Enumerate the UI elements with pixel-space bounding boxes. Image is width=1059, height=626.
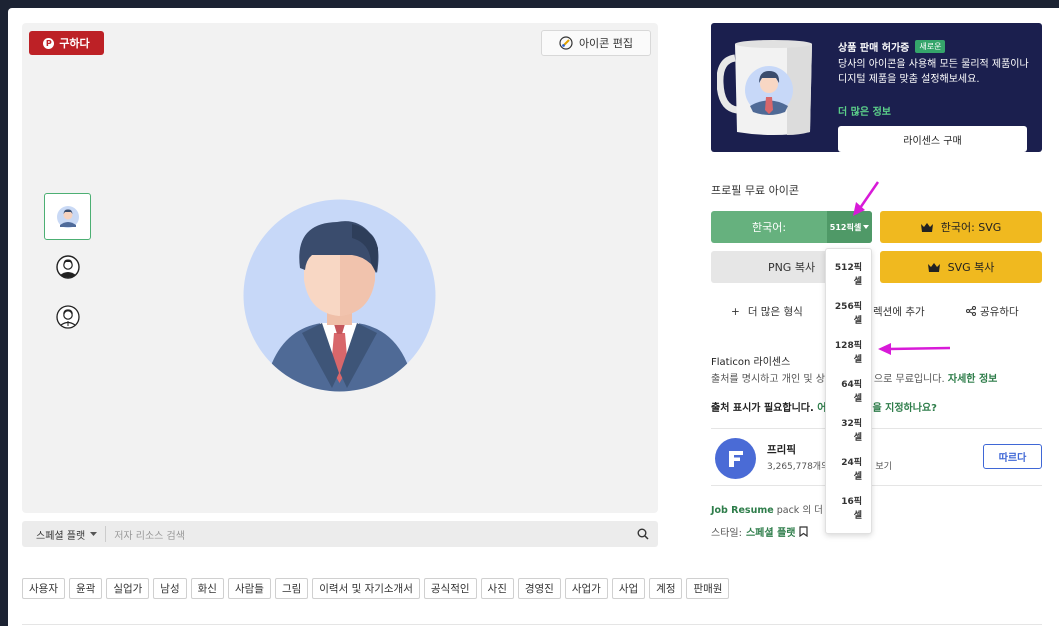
download-png-button[interactable]: 한국어: 512픽셀 [711,211,872,243]
author-card: 프리픽 3,265,778개의 보기 따르다 [711,436,1042,482]
share-icon [966,306,976,316]
share-label: 공유하다 [980,306,1019,318]
pack-info: Job Resume pack 의 더 도 [711,502,835,516]
size-option-128[interactable]: 128픽 셀 [832,339,862,367]
businessman-outline-icon [55,304,80,329]
license-info: Flaticon 라이센스 출처를 명시하고 개인 및 상 으로 무료입니다. 자… [711,353,1042,385]
freepik-logo[interactable] [715,438,756,479]
tag-item[interactable]: 이력서 및 자기소개서 [312,578,420,599]
size-option-32[interactable]: 32픽 셀 [832,417,862,445]
tag-item[interactable]: 윤곽 [68,578,103,599]
size-option-24[interactable]: 24픽 셀 [832,456,862,484]
edit-icon-label: 아이콘 편집 [578,37,634,50]
mug-image [717,40,812,135]
tag-item[interactable]: 계정 [649,578,683,599]
license-desc-end: 으로 무료입니다. [873,374,945,385]
tag-item[interactable]: 남성 [153,578,187,599]
icon-preview-panel: P 구하다 아이콘 편집 [22,23,658,513]
chevron-down-icon [863,225,870,229]
more-formats-link[interactable]: + 더 많은 형식 [731,304,803,319]
crown-icon [920,222,933,232]
copy-svg-button[interactable]: SVG 복사 [880,251,1042,283]
style-label: 스타일: [711,528,742,539]
author-search-bar: 스페셜 플랫 저자 리소스 검색 [22,521,658,547]
search-button[interactable] [628,528,658,540]
tag-item[interactable]: 실업가 [106,578,150,599]
size-option-16[interactable]: 16픽 셀 [832,495,862,523]
author-name[interactable]: 프리픽 [767,442,796,457]
merch-license-banner: 상품 판매 허가증 새로운 당사의 아이콘을 사용해 모든 물리적 제품이나 디… [711,23,1042,152]
style-info: 스타일: 스페셜 플랫 [711,524,809,539]
size-option-64[interactable]: 64픽 셀 [832,378,862,406]
copy-svg-label: SVG 복사 [947,261,995,274]
pinterest-save-button[interactable]: P 구하다 [29,31,104,55]
pinterest-save-label: 구하다 [59,37,90,50]
size-option-256[interactable]: 256픽 셀 [832,300,862,328]
more-formats-label: 더 많은 형식 [747,306,803,318]
freepik-f-icon [728,450,743,467]
divider [22,624,1042,625]
tag-item[interactable]: 그림 [274,578,309,599]
tag-item[interactable]: 공식적인 [423,578,477,599]
variant-color[interactable] [44,193,91,240]
promo-title-text: 상품 판매 허가증 [838,43,910,54]
style-select-label: 스페셜 플랫 [36,530,86,542]
icon-detail-modal: P 구하다 아이콘 편집 스페셜 플랫 저자 리소스 검색 사용자 윤곽 실업가… [8,8,1059,626]
tag-item[interactable]: 사람들 [227,578,271,599]
author-search-input[interactable]: 저자 리소스 검색 [106,527,628,542]
brush-icon [559,36,573,50]
share-link[interactable]: 공유하다 [966,304,1019,319]
attribution-question: 출처 표시가 필요합니다. 어을 지정하나요? [711,399,937,414]
tag-item[interactable]: 사용자 [22,578,65,599]
divider [711,428,1042,429]
businessman-filled-icon [55,254,80,279]
businessman-avatar-icon [243,199,437,392]
promo-title: 상품 판매 허가증 새로운 [838,39,946,54]
edit-icon-button[interactable]: 아이콘 편집 [541,30,651,56]
size-select-button[interactable]: 512픽셀 [827,211,872,243]
businessman-color-icon [56,205,79,228]
download-png-label: 한국어: [751,221,787,234]
follow-button[interactable]: 따르다 [983,444,1042,469]
attribution-link-end[interactable]: 을 지정하나요? [872,403,936,414]
pinterest-icon: P [43,37,55,49]
author-view-link[interactable]: 보기 [875,462,892,472]
license-description: 출처를 명시하고 개인 및 상 으로 무료입니다. 자세한 정보 [711,370,1042,385]
size-dropdown-menu: 512픽 셀 256픽 셀 128픽 셀 64픽 셀 32픽 셀 24픽 셀 1… [825,248,872,534]
tag-item[interactable]: 사진 [480,578,514,599]
new-badge: 새로운 [915,40,946,53]
free-icon-title: 프로필 무료 아이콘 [711,184,799,197]
style-link[interactable]: 스페셜 플랫 [746,524,795,539]
tag-list: 사용자 윤곽 실업가 남성 화신 사람들 그림 이력서 및 자기소개서 공식적인… [22,578,730,599]
style-select[interactable]: 스페셜 플랫 [22,526,107,542]
bookmark-icon[interactable] [799,526,809,537]
tag-item[interactable]: 판매원 [686,578,730,599]
license-more-link[interactable]: 자세한 정보 [948,374,997,385]
download-svg-button[interactable]: 한국어: SVG [880,211,1042,243]
download-svg-label: 한국어: SVG [940,221,1002,234]
variant-filled[interactable] [44,243,91,290]
add-to-collection-link[interactable]: 렉션에 추가 [873,304,925,319]
divider [711,485,1042,486]
author-count-number: 3,265,778개의 [767,462,830,472]
chevron-down-icon [90,531,98,536]
tag-item[interactable]: 경영진 [517,578,561,599]
tag-item[interactable]: 화신 [190,578,224,599]
buy-license-button[interactable]: 라이센스 구매 [838,126,1027,152]
attribution-text: 출처 표시가 필요합니다. [711,403,814,414]
size-select-label: 512픽셀 [829,222,862,232]
license-desc-start: 출처를 명시하고 개인 및 상 [711,374,825,385]
tag-item[interactable]: 사업가 [564,578,608,599]
tag-item[interactable]: 사업 [611,578,646,599]
promo-more-link[interactable]: 더 많은 정보 [838,103,891,118]
size-option-512[interactable]: 512픽 셀 [832,261,862,289]
license-title: Flaticon 라이센스 [711,357,791,368]
search-icon [637,528,649,540]
pack-name-link[interactable]: Job Resume [711,505,774,516]
promo-description: 당사의 아이콘을 사용해 모든 물리적 제품이나 디지털 제품을 맞춤 설정해보… [838,59,1029,85]
variant-outline[interactable] [44,293,91,340]
crown-icon [927,262,940,272]
plus-icon: + [731,306,740,318]
